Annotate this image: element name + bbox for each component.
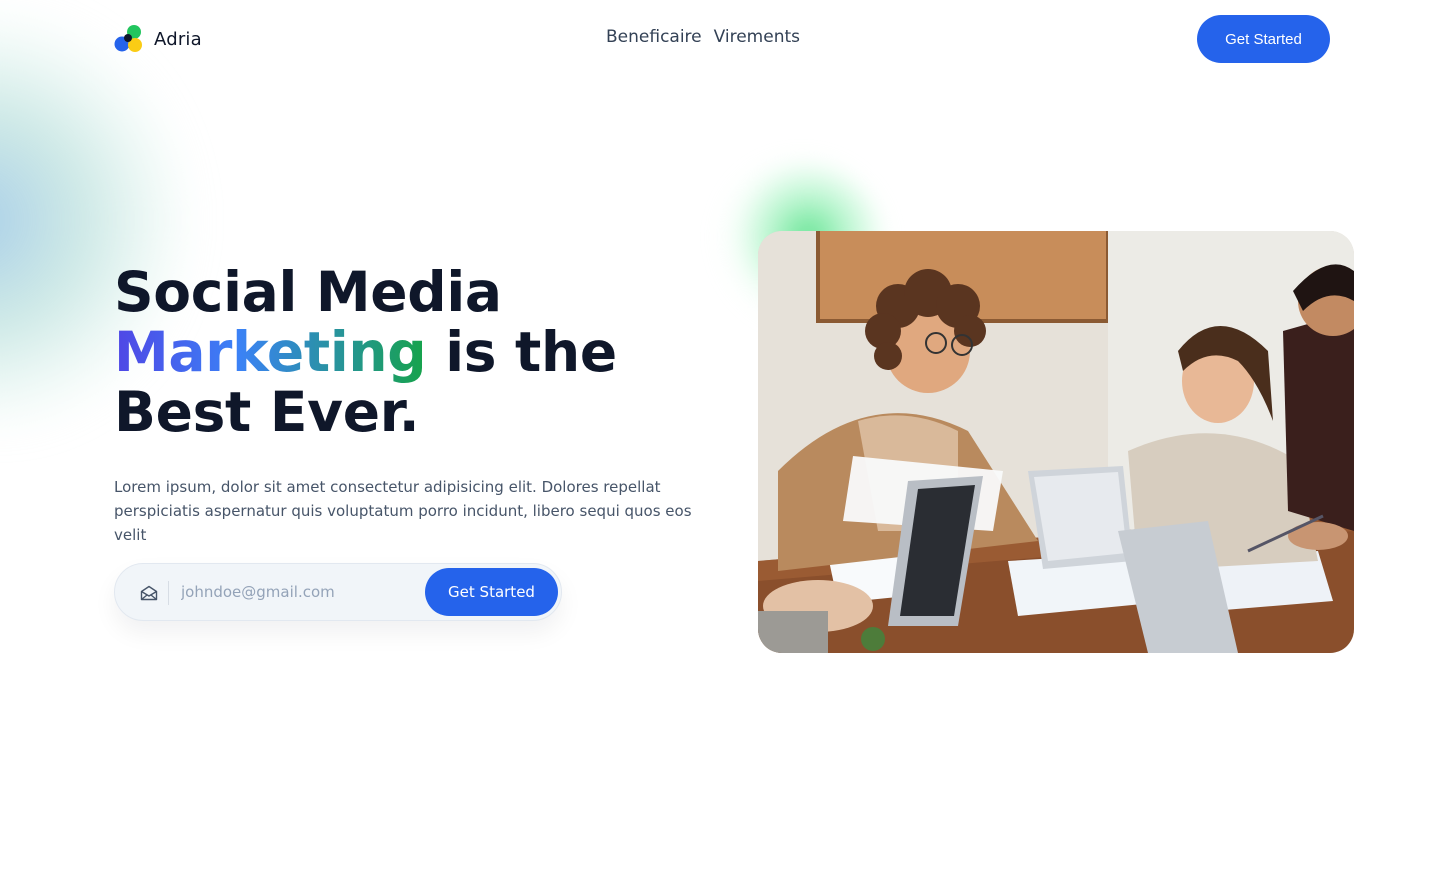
email-signup-form: Get Started xyxy=(114,563,562,621)
hero-title-highlight: Marketing xyxy=(114,320,427,384)
header-get-started-button[interactable]: Get Started xyxy=(1197,15,1330,63)
hero-title-line1: Social Media xyxy=(114,260,502,324)
hero-title: Social Media Marketing is the Best Ever. xyxy=(114,262,714,442)
nav-link-virements[interactable]: Virements xyxy=(714,27,800,47)
input-divider xyxy=(168,581,169,605)
hero-title-line3: Best Ever. xyxy=(114,380,420,444)
main-nav: Beneficaire Virements xyxy=(606,27,800,47)
envelope-open-icon xyxy=(139,583,159,603)
brand[interactable]: Adria xyxy=(114,24,202,54)
form-get-started-button[interactable]: Get Started xyxy=(425,568,558,616)
brand-name: Adria xyxy=(154,28,202,50)
hero-title-line2-rest: is the xyxy=(426,320,617,384)
landing-page: Adria Beneficaire Virements Get Started … xyxy=(0,0,1439,870)
adria-logo-icon xyxy=(114,24,144,54)
office-team-meeting-photo xyxy=(758,231,1354,653)
site-header: Adria Beneficaire Virements Get Started xyxy=(0,0,1439,78)
hero-description: Lorem ipsum, dolor sit amet consectetur … xyxy=(114,478,692,544)
nav-link-beneficaire[interactable]: Beneficaire xyxy=(606,27,702,47)
email-input[interactable] xyxy=(181,577,417,607)
